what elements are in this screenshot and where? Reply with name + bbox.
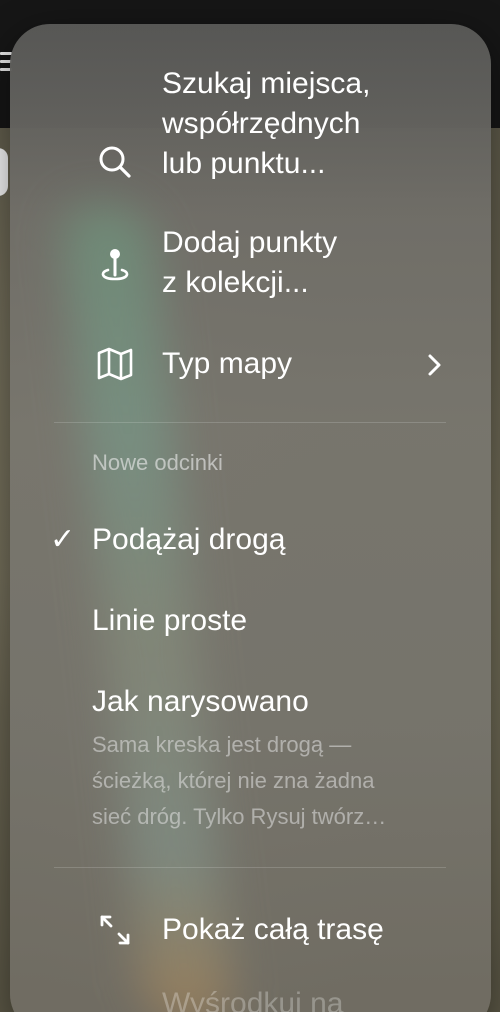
search-icon: [95, 142, 135, 182]
search-label-line2: współrzędnych: [162, 107, 361, 140]
map-type-label: Typ mapy: [162, 347, 293, 380]
add-points-label-line1: Dodaj punkty: [162, 226, 338, 259]
add-points-label-line2: z kolekcji...: [162, 266, 309, 299]
center-on-item[interactable]: Wyśrodkuj na: [162, 984, 343, 1012]
search-label-line3: lub punktu...: [162, 147, 326, 180]
as-drawn-label: Jak narysowano: [92, 685, 309, 718]
search-label-line1: Szukaj miejsca,: [162, 67, 371, 100]
screen: Szukaj miejsca, współrzędnych lub punktu…: [0, 0, 500, 1012]
add-points-item[interactable]: Dodaj punkty z kolekcji...: [10, 223, 491, 309]
follow-road-label: Podążaj drogą: [92, 523, 286, 556]
show-whole-route-label: Pokaż całą trasę: [162, 913, 384, 946]
expand-arrows-icon: [95, 910, 135, 950]
divider: [54, 422, 446, 423]
as-drawn-desc-line2: ścieżką, której nie zna żadna: [92, 768, 375, 793]
map-pin-icon: [95, 245, 135, 285]
as-drawn-description: Sama kreska jest drogą — ścieżką, której…: [92, 727, 452, 835]
straight-lines-label: Linie proste: [92, 604, 248, 637]
side-control-pill[interactable]: [0, 148, 8, 196]
as-drawn-desc-line1: Sama kreska jest drogą —: [92, 732, 352, 757]
search-place-item[interactable]: Szukaj miejsca, współrzędnych lub punktu…: [10, 64, 491, 194]
follow-road-item[interactable]: ✓ Podążaj drogą: [10, 520, 491, 560]
as-drawn-desc-line3: sieć dróg. Tylko Rysuj twórz…: [92, 804, 387, 829]
divider: [54, 867, 446, 868]
map-type-item[interactable]: Typ mapy: [10, 344, 491, 384]
map-icon: [95, 344, 135, 384]
section-title-new-segments: Nowe odcinki: [92, 450, 223, 475]
show-whole-route-item[interactable]: Pokaż całą trasę: [10, 910, 491, 950]
route-options-menu: Szukaj miejsca, współrzędnych lub punktu…: [10, 24, 491, 1012]
chevron-right-icon: [424, 350, 446, 378]
checkmark-icon: ✓: [50, 523, 76, 556]
straight-lines-item[interactable]: Linie proste: [10, 601, 491, 641]
